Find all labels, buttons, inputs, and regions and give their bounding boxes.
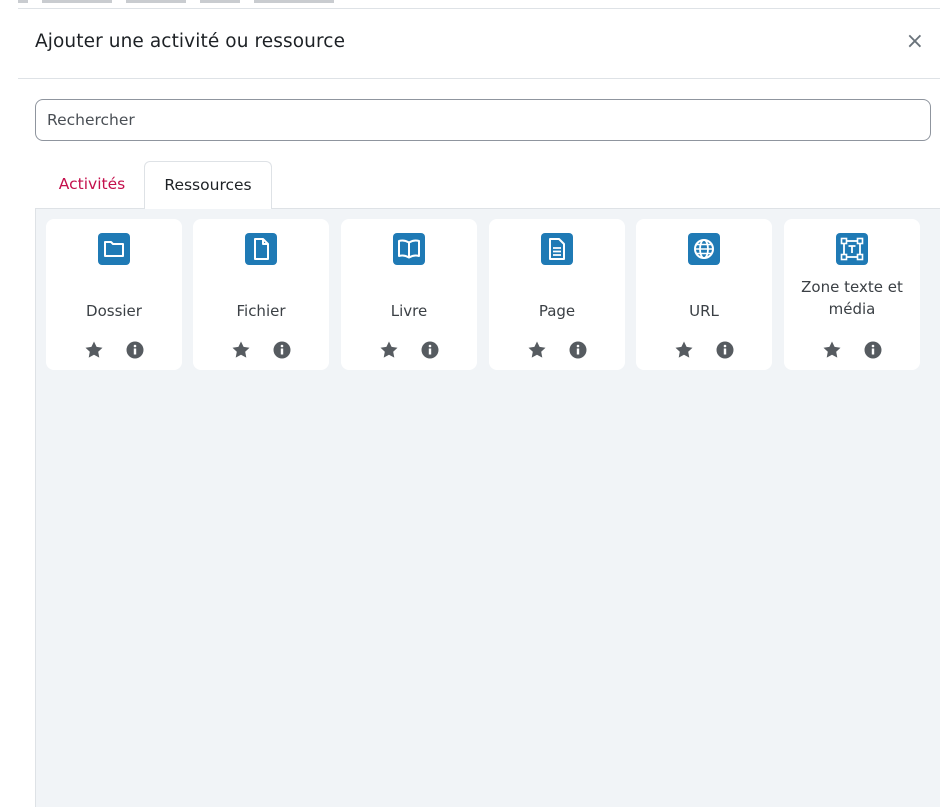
info-icon[interactable] [272, 340, 292, 360]
star-icon[interactable] [231, 340, 251, 360]
resource-label: Dossier [86, 302, 142, 320]
background-page-fragment [18, 0, 378, 6]
resource-card-livre[interactable]: Livre [341, 219, 477, 370]
info-icon[interactable] [863, 340, 883, 360]
star-icon[interactable] [84, 340, 104, 360]
star-icon[interactable] [527, 340, 547, 360]
resource-card-page[interactable]: Page [489, 219, 625, 370]
resource-label: URL [689, 302, 719, 320]
file-icon [245, 233, 277, 265]
book-icon [393, 233, 425, 265]
modal-title: Ajouter une activité ou ressource [35, 31, 346, 52]
modal-header: Ajouter une activité ou ressource × [18, 9, 940, 79]
resource-label: Page [538, 302, 576, 320]
resource-card-zone-texte-media[interactable]: Zone texte et média [784, 219, 920, 370]
resource-label: Zone texte et média [801, 278, 903, 318]
resource-card-dossier[interactable]: Dossier [46, 219, 182, 370]
star-icon[interactable] [379, 340, 399, 360]
info-icon[interactable] [125, 340, 145, 360]
tab-ressources[interactable]: Ressources [144, 161, 272, 209]
info-icon[interactable] [715, 340, 735, 360]
resource-label: Fichier [236, 302, 286, 320]
resource-card-url[interactable]: URL [636, 219, 772, 370]
resource-label: Livre [390, 302, 428, 320]
globe-icon [688, 233, 720, 265]
folder-icon [98, 233, 130, 265]
info-icon[interactable] [420, 340, 440, 360]
resource-card-fichier[interactable]: Fichier [193, 219, 329, 370]
tab-activites[interactable]: Activités [40, 161, 144, 209]
page-icon [541, 233, 573, 265]
close-button[interactable]: × [906, 31, 924, 53]
star-icon[interactable] [674, 340, 694, 360]
star-icon[interactable] [822, 340, 842, 360]
resources-panel: Dossier Fichier Livre Page URL Zone text… [35, 208, 940, 807]
search-input[interactable] [35, 99, 931, 141]
info-icon[interactable] [568, 340, 588, 360]
text-media-icon [836, 233, 868, 265]
